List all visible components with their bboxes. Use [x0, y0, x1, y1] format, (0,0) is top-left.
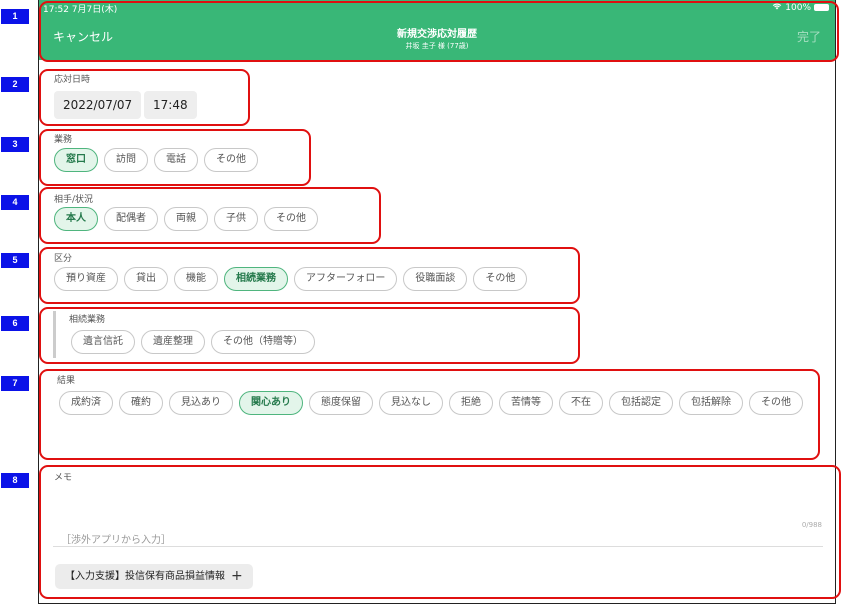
souzoku-option-chip[interactable]: 遺言信託 — [71, 330, 135, 354]
annotation-tag-1: 1 — [1, 9, 29, 24]
souzoku-option-chip[interactable]: 遺産整理 — [141, 330, 205, 354]
input-assist-label: 【入力支援】投信保有商品損益情報 — [65, 571, 225, 582]
kekka-option-chip[interactable]: 包括解除 — [679, 391, 743, 415]
kubun-option-chip[interactable]: 貸出 — [124, 267, 168, 291]
aite-option-chip[interactable]: 本人 — [54, 207, 98, 231]
souzoku-label: 相続業務 — [69, 315, 106, 325]
memo-char-count: 0/988 — [801, 521, 822, 529]
kubun-option-chip[interactable]: 預り資産 — [54, 267, 118, 291]
app-window: 17:52 7月7日(木) 100% キャンセル 新規交渉応対履歴 井坂 圭子 … — [38, 0, 836, 604]
kubun-option-chip[interactable]: アフターフォロー — [294, 267, 398, 291]
kekka-option-chip[interactable]: 確約 — [119, 391, 163, 415]
kekka-label: 結果 — [57, 376, 76, 386]
kekka-option-chip[interactable]: 拒絶 — [449, 391, 493, 415]
kekka-option-chip[interactable]: 態度保留 — [309, 391, 373, 415]
gyomu-option-chip[interactable]: 電話 — [154, 148, 198, 172]
kekka-option-chip[interactable]: 包括認定 — [609, 391, 673, 415]
battery-percent: 100% — [785, 2, 811, 13]
input-assist-button[interactable]: 【入力支援】投信保有商品損益情報 + — [55, 564, 253, 589]
datetime-label: 応対日時 — [54, 75, 91, 85]
kubun-option-chip[interactable]: 相続業務 — [224, 267, 288, 291]
kekka-option-chip[interactable]: 成約済 — [59, 391, 113, 415]
annotation-tag-3: 3 — [1, 137, 29, 152]
annotation-tag-4: 4 — [1, 195, 29, 210]
annotation-tag-2: 2 — [1, 77, 29, 92]
aite-option-chip[interactable]: その他 — [264, 207, 318, 231]
customer-name: 井坂 圭子 様 (77歳) — [405, 42, 469, 50]
battery-icon — [814, 4, 829, 11]
gyomu-label: 業務 — [54, 135, 73, 145]
annotation-tag-8: 8 — [1, 473, 29, 488]
kekka-option-chip[interactable]: その他 — [749, 391, 803, 415]
kubun-option-chip[interactable]: その他 — [473, 267, 528, 291]
date-field[interactable]: 2022/07/07 — [54, 91, 142, 119]
memo-label: メモ — [54, 473, 73, 483]
gyomu-option-chip[interactable]: その他 — [204, 148, 258, 172]
aite-option-chip[interactable]: 子供 — [214, 207, 258, 231]
aite-chips: 本人 配偶者 両親 子供 その他 — [54, 207, 318, 231]
status-indicators: 100% — [772, 2, 829, 13]
title-block: 新規交渉応対履歴 井坂 圭子 様 (77歳) — [39, 25, 835, 51]
kekka-option-chip[interactable]: 不在 — [559, 391, 603, 415]
kubun-chips: 預り資産 貸出 機能 相続業務 アフターフォロー 役職面談 その他 — [54, 267, 528, 291]
memo-divider — [53, 546, 823, 547]
aite-label: 相手/状況 — [54, 195, 94, 205]
annotation-tag-6: 6 — [1, 316, 29, 331]
header-bar: 17:52 7月7日(木) 100% キャンセル 新規交渉応対履歴 井坂 圭子 … — [39, 0, 835, 60]
screen: 17:52 7月7日(木) 100% キャンセル 新規交渉応対履歴 井坂 圭子 … — [0, 0, 843, 604]
page-title: 新規交渉応対履歴 — [397, 29, 477, 40]
memo-input[interactable]: ［渉外アプリから入力］ — [61, 531, 171, 546]
annotation-tag-5: 5 — [1, 253, 29, 268]
plus-icon: + — [231, 568, 243, 584]
souzoku-chips: 遺言信託 遺産整理 その他（特贈等） — [71, 330, 315, 354]
gyomu-chips: 窓口 訪問 電話 その他 — [54, 148, 258, 172]
souzoku-option-chip[interactable]: その他（特贈等） — [211, 330, 315, 354]
kekka-option-chip[interactable]: 見込なし — [379, 391, 443, 415]
kekka-option-chip[interactable]: 関心あり — [239, 391, 303, 415]
aite-option-chip[interactable]: 両親 — [164, 207, 208, 231]
gyomu-option-chip[interactable]: 訪問 — [104, 148, 148, 172]
kubun-label: 区分 — [54, 254, 73, 264]
kekka-option-chip[interactable]: 見込あり — [169, 391, 233, 415]
sub-section-bar — [53, 311, 56, 358]
annotation-tag-7: 7 — [1, 376, 29, 391]
status-time: 17:52 7月7日(木) — [43, 5, 118, 15]
gyomu-option-chip[interactable]: 窓口 — [54, 148, 98, 172]
wifi-icon — [772, 2, 782, 13]
kubun-option-chip[interactable]: 機能 — [174, 267, 218, 291]
kekka-chips: 成約済 確約 見込あり 関心あり 態度保留 見込なし 拒絶 苦情等 不在 包括認定 包括解除 その他 — [59, 391, 829, 415]
kubun-option-chip[interactable]: 役職面談 — [403, 267, 468, 291]
kekka-option-chip[interactable]: 苦情等 — [499, 391, 553, 415]
done-button[interactable]: 完了 — [797, 28, 821, 45]
time-field[interactable]: 17:48 — [144, 91, 197, 119]
aite-option-chip[interactable]: 配偶者 — [104, 207, 158, 231]
